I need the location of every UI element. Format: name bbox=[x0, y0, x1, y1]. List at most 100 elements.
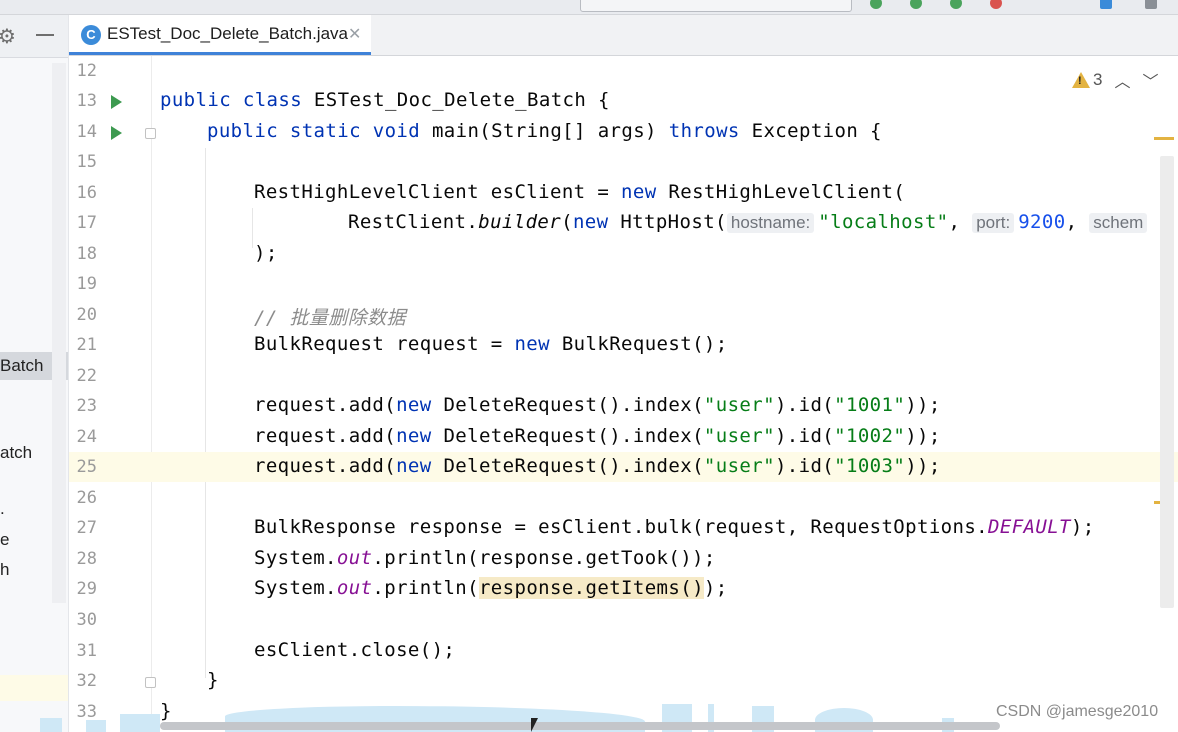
line-number: 25 bbox=[76, 457, 97, 477]
tree-item-highlight bbox=[0, 675, 68, 701]
line-number: 20 bbox=[76, 305, 97, 325]
code-line-23[interactable]: 23 request.add(new DeleteRequest().index… bbox=[69, 391, 1178, 421]
code-line-30[interactable]: 30 bbox=[69, 605, 1178, 635]
code-text: esClient.close(); bbox=[254, 639, 456, 661]
tree-item[interactable]: e bbox=[0, 529, 9, 551]
fold-icon[interactable] bbox=[145, 128, 156, 139]
code-text: RestHighLevelClient esClient = new RestH… bbox=[254, 181, 906, 203]
code-line-16[interactable]: 16 RestHighLevelClient esClient = new Re… bbox=[69, 178, 1178, 208]
code-line-31[interactable]: 31 esClient.close(); bbox=[69, 636, 1178, 666]
line-number: 19 bbox=[76, 274, 97, 294]
code-line-22[interactable]: 22 bbox=[69, 361, 1178, 391]
tree-item[interactable]: h bbox=[0, 559, 9, 581]
project-panel: ⚙ Batch atch . e h bbox=[0, 15, 69, 732]
line-number: 31 bbox=[76, 641, 97, 661]
line-number: 14 bbox=[76, 122, 97, 142]
main-toolbar bbox=[0, 0, 1178, 15]
chevron-down-icon[interactable]: ﹀ bbox=[1142, 68, 1158, 92]
code-text: BulkRequest request = new BulkRequest(); bbox=[254, 333, 728, 355]
editor-tab-active[interactable]: C ESTest_Doc_Delete_Batch.java ✕ bbox=[69, 15, 371, 55]
project-panel-toolbar: ⚙ bbox=[0, 15, 68, 58]
gear-icon[interactable]: ⚙ bbox=[0, 23, 16, 49]
editor-horizontal-scrollbar[interactable] bbox=[160, 722, 1000, 730]
line-number: 29 bbox=[76, 579, 97, 599]
code-line-13[interactable]: 13 public class ESTest_Doc_Delete_Batch … bbox=[69, 86, 1178, 116]
java-class-icon: C bbox=[81, 25, 101, 45]
warning-stripe-mark[interactable] bbox=[1154, 137, 1174, 140]
code-line-12[interactable]: 12 bbox=[69, 56, 1178, 86]
line-number: 26 bbox=[76, 488, 97, 508]
code-text: request.add(new DeleteRequest().index("u… bbox=[254, 425, 941, 447]
editor-tab-bar: C ESTest_Doc_Delete_Batch.java ✕ bbox=[69, 15, 1178, 56]
code-line-28[interactable]: 28 System.out.println(response.getTook()… bbox=[69, 544, 1178, 574]
code-line-20[interactable]: 20 // 批量删除数据 bbox=[69, 300, 1178, 330]
line-number: 32 bbox=[76, 671, 97, 691]
structure-icon[interactable] bbox=[1100, 0, 1112, 9]
line-number: 22 bbox=[76, 366, 97, 386]
project-panel-scrollbar[interactable] bbox=[52, 63, 66, 603]
tab-filename: ESTest_Doc_Delete_Batch.java bbox=[107, 24, 348, 43]
code-text: ); bbox=[254, 242, 278, 264]
code-line-14[interactable]: 14 public static void main(String[] args… bbox=[69, 117, 1178, 147]
parameter-hint: schem bbox=[1089, 213, 1148, 233]
brace-match-highlight: response.getItems() bbox=[478, 577, 704, 599]
line-number: 24 bbox=[76, 427, 97, 447]
line-number: 30 bbox=[76, 610, 97, 630]
debug-icon[interactable] bbox=[910, 0, 922, 9]
line-number: 28 bbox=[76, 549, 97, 569]
tree-item[interactable]: . bbox=[0, 498, 5, 520]
close-icon[interactable]: ✕ bbox=[348, 24, 361, 43]
line-number: 12 bbox=[76, 61, 97, 81]
mouse-cursor-icon bbox=[531, 718, 538, 732]
parameter-hint: port: bbox=[972, 213, 1015, 233]
code-text: public class ESTest_Doc_Delete_Batch { bbox=[160, 89, 610, 111]
line-number: 16 bbox=[76, 183, 97, 203]
code-text: } bbox=[207, 669, 219, 691]
code-line-18[interactable]: 18 ); bbox=[69, 239, 1178, 269]
warning-count: 3 bbox=[1093, 70, 1103, 89]
code-line-26[interactable]: 26 bbox=[69, 483, 1178, 513]
run-gutter-icon[interactable] bbox=[111, 126, 122, 140]
code-text: System.out.println(response.getItems()); bbox=[254, 577, 728, 599]
tree-item[interactable]: atch bbox=[0, 442, 32, 464]
run-gutter-icon[interactable] bbox=[111, 95, 122, 109]
line-number: 18 bbox=[76, 244, 97, 264]
line-number: 15 bbox=[76, 152, 97, 172]
line-number: 13 bbox=[76, 91, 97, 111]
code-line-15[interactable]: 15 bbox=[69, 147, 1178, 177]
tree-item-label: Batch bbox=[0, 356, 44, 375]
search-everywhere-icon[interactable] bbox=[1145, 0, 1157, 9]
code-line-17[interactable]: 17 RestClient.builder(new HttpHost(hostn… bbox=[69, 208, 1178, 238]
chevron-up-icon[interactable]: ︿ bbox=[1114, 68, 1130, 92]
code-line-19[interactable]: 19 bbox=[69, 269, 1178, 299]
code-editor[interactable]: 12 13 public class ESTest_Doc_Delete_Bat… bbox=[69, 56, 1178, 732]
parameter-hint: hostname: bbox=[726, 213, 815, 233]
code-line-27[interactable]: 27 BulkResponse response = esClient.bulk… bbox=[69, 513, 1178, 543]
editor-vertical-scrollbar[interactable] bbox=[1160, 156, 1174, 608]
code-line-24[interactable]: 24 request.add(new DeleteRequest().index… bbox=[69, 422, 1178, 452]
inspection-widget[interactable]: ! 3 ︿ ﹀ bbox=[1072, 68, 1159, 92]
code-line-21[interactable]: 21 BulkRequest request = new BulkRequest… bbox=[69, 330, 1178, 360]
code-text: RestClient.builder(new HttpHost(hostname… bbox=[348, 211, 1151, 233]
code-text: BulkResponse response = esClient.bulk(re… bbox=[254, 516, 1095, 538]
code-text: request.add(new DeleteRequest().index("u… bbox=[254, 394, 941, 416]
hide-panel-icon[interactable] bbox=[36, 34, 54, 36]
line-number: 23 bbox=[76, 396, 97, 416]
watermark: CSDN @jamesge2010 bbox=[996, 703, 1159, 720]
line-number: 27 bbox=[76, 518, 97, 538]
code-text: request.add(new DeleteRequest().index("u… bbox=[254, 455, 941, 477]
code-text: System.out.println(response.getTook()); bbox=[254, 547, 716, 569]
coverage-icon[interactable] bbox=[950, 0, 962, 9]
line-number: 21 bbox=[76, 335, 97, 355]
warning-icon: ! bbox=[1072, 72, 1090, 88]
code-line-29[interactable]: 29 System.out.println(response.getItems(… bbox=[69, 574, 1178, 604]
code-line-32[interactable]: 32 } bbox=[69, 666, 1178, 696]
line-number: 17 bbox=[76, 213, 97, 233]
code-comment: // 批量删除数据 bbox=[254, 307, 406, 329]
fold-icon[interactable] bbox=[145, 677, 156, 688]
run-icon[interactable] bbox=[870, 0, 882, 9]
code-text: public static void main(String[] args) t… bbox=[207, 120, 882, 142]
code-line-25-caret[interactable]: 25 request.add(new DeleteRequest().index… bbox=[69, 452, 1178, 482]
stop-icon[interactable] bbox=[990, 0, 1002, 9]
run-configuration-selector[interactable] bbox=[580, 0, 852, 12]
